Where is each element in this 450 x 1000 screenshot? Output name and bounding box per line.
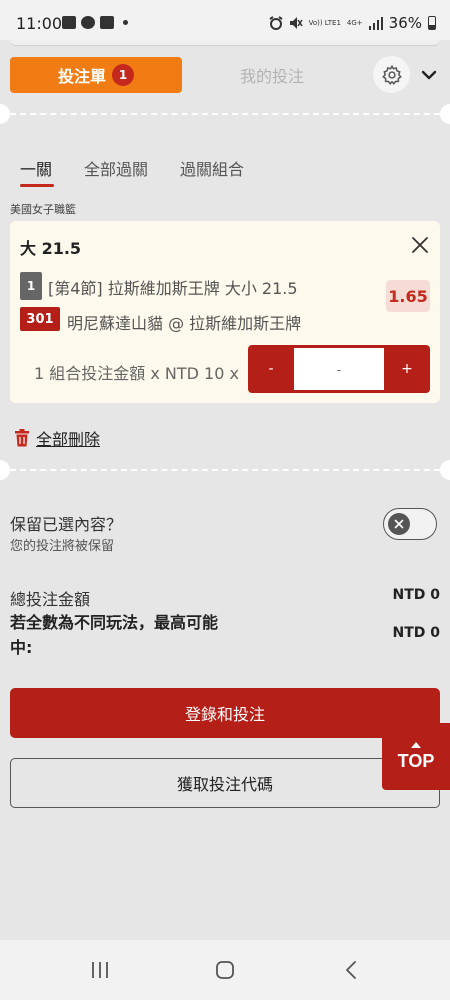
scroll-top-button[interactable]: TOP — [382, 723, 450, 790]
caret-up-icon — [411, 741, 421, 748]
sheet-handle — [10, 40, 440, 46]
remove-bet-button[interactable] — [408, 233, 432, 257]
system-icons: Vo)) LTE1 4G+ 36% — [269, 14, 436, 32]
total-stake-label: 總投注金額 — [10, 590, 91, 609]
network-type-label: 4G+ — [346, 18, 363, 27]
signal-icon — [368, 16, 383, 30]
toggle-knob — [388, 513, 410, 535]
bet-market: [第4節] 拉斯維加斯王牌 大小 21.5 — [48, 279, 298, 298]
tab-my-bets[interactable]: 我的投注 — [200, 57, 344, 93]
notification-icons — [62, 16, 128, 29]
bet-event: 明尼蘇達山貓 @ 拉斯維加斯王牌 — [67, 314, 302, 333]
delete-all-button[interactable]: 全部刪除 — [14, 426, 100, 450]
collapse-button[interactable] — [418, 64, 440, 86]
scroll-top-label: TOP — [397, 750, 435, 771]
keep-selection-subtitle: 您的投注將被保留 — [10, 539, 115, 554]
volte-label: Vo)) LTE1 — [308, 18, 341, 27]
get-bet-code-button[interactable]: 獲取投注代碼 — [10, 758, 440, 808]
event-id-badge: 301 — [20, 307, 60, 331]
home-button[interactable] — [210, 958, 240, 982]
betslip-count-badge: 1 — [112, 64, 134, 86]
battery-icon — [428, 16, 436, 30]
status-time: 11:00 — [16, 14, 63, 33]
delete-all-label: 全部刪除 — [36, 430, 101, 449]
recent-apps-icon — [92, 962, 108, 978]
tab-all-parlay[interactable]: 全部過關 — [84, 156, 148, 180]
chrome-notification-icon — [81, 16, 95, 29]
tab-betslip-label: 投注單 — [57, 67, 106, 86]
divider-dashed — [0, 469, 450, 471]
alarm-icon — [269, 16, 283, 30]
chevron-down-icon — [421, 70, 437, 80]
close-icon — [394, 519, 404, 529]
stake-decrease-button[interactable]: - — [248, 345, 294, 393]
betslip-sheet: 投注單 1 我的投注 一關 全部過關 過關組合 美國女子職籃 大 21.5 1 … — [0, 40, 450, 940]
stake-increase-button[interactable]: + — [384, 345, 430, 393]
tab-single[interactable]: 一關 — [20, 156, 52, 180]
battery-percent: 36% — [388, 14, 422, 32]
tab-betslip[interactable]: 投注單 1 — [10, 57, 182, 93]
back-icon — [346, 961, 356, 979]
max-payout-value: NTD 0 — [392, 625, 440, 641]
mute-icon — [289, 17, 303, 29]
settings-button[interactable] — [373, 56, 410, 93]
league-name: 美國女子職籃 — [10, 203, 76, 216]
betslip-header: 投注單 1 我的投注 — [0, 54, 450, 98]
period-badge: 1 — [20, 272, 42, 300]
bet-card: 大 21.5 1 [第4節] 拉斯維加斯王牌 大小 21.5 1.65 301 … — [10, 221, 440, 403]
stake-label: 1 組合投注金額 x NTD 10 x — [34, 364, 239, 383]
system-nav-bar — [0, 940, 450, 1000]
bet-selection: 大 21.5 — [20, 239, 82, 258]
divider-dashed — [0, 113, 450, 115]
bet-type-tabs: 一關 全部過關 過關組合 — [0, 156, 450, 188]
gear-icon — [381, 64, 402, 85]
ticket-notch-left — [0, 460, 10, 480]
total-stake-value: NTD 0 — [392, 587, 440, 603]
keep-selection-toggle[interactable] — [383, 508, 437, 540]
ticket-notch-left — [0, 104, 10, 124]
home-icon — [216, 961, 234, 979]
ticket-notch-right — [440, 104, 450, 124]
more-notifications-icon — [123, 20, 128, 25]
image-notification-icon — [100, 16, 114, 29]
active-tab-indicator — [20, 184, 54, 187]
keep-selection-title: 保留已選內容？ — [10, 515, 123, 534]
back-button[interactable] — [336, 958, 366, 982]
recent-apps-button[interactable] — [85, 958, 115, 982]
tab-parlay-combo[interactable]: 過關組合 — [180, 156, 244, 180]
max-payout-label: 若全數為不同玩法，最高可能中: — [10, 613, 219, 657]
close-icon — [412, 237, 428, 253]
stake-stepper: - + — [248, 345, 430, 393]
bet-odds: 1.65 — [386, 280, 430, 312]
login-and-bet-button[interactable]: 登錄和投注 — [10, 688, 440, 738]
stake-input[interactable] — [294, 348, 384, 390]
calendar-notification-icon — [62, 16, 76, 29]
ticket-notch-right — [440, 460, 450, 480]
trash-icon — [15, 429, 29, 447]
